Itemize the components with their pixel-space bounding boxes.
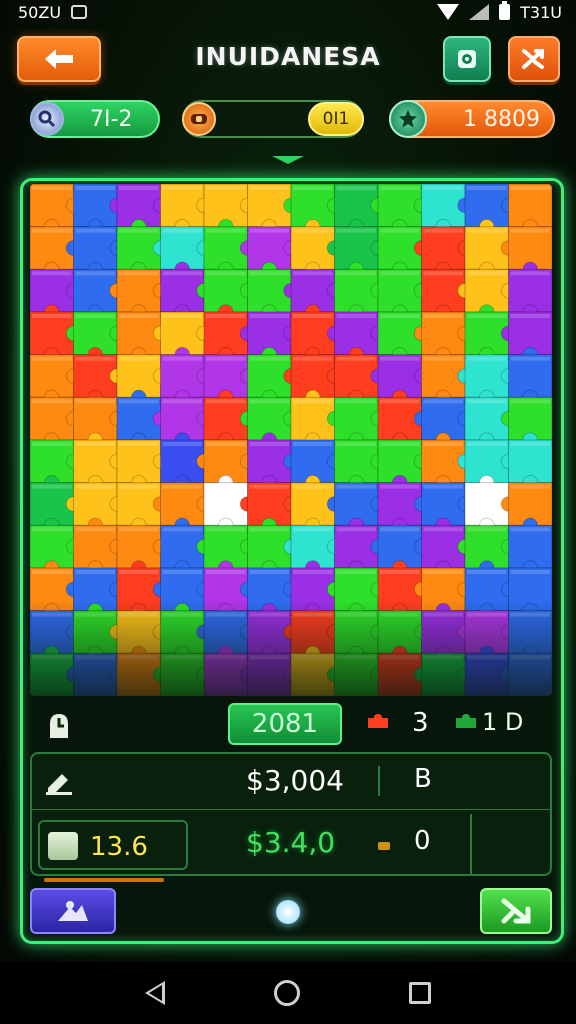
search-stat[interactable]: 7I-2 — [30, 100, 160, 138]
arrow-left-icon — [45, 49, 73, 69]
green-piece-count: 1 D — [482, 708, 524, 736]
money-secondary: $3.4,0 — [246, 826, 336, 859]
pencil-icon — [46, 774, 72, 795]
wifi-icon — [437, 4, 460, 20]
timer-icon — [50, 714, 68, 738]
status-time: T31U — [520, 2, 562, 22]
level-value: 13.6 — [90, 832, 148, 862]
settings-button[interactable] — [443, 36, 491, 82]
red-piece-count: 3 — [412, 708, 429, 738]
status-text: 50ZU — [18, 2, 62, 22]
signal-icon — [469, 4, 490, 20]
page-indicator-dot[interactable] — [276, 900, 300, 924]
hint-button[interactable] — [30, 888, 116, 934]
level-box: 13.6 — [38, 820, 188, 882]
calendar-icon — [48, 832, 78, 860]
page-title: INUIDANESA — [195, 42, 381, 71]
arrow-next-icon — [501, 898, 531, 924]
timer-display: 2081 — [228, 703, 342, 745]
money-primary: $3,004 — [246, 764, 344, 797]
puzzle-board-svg[interactable] — [30, 184, 552, 696]
score-stat: 1 8809 — [389, 100, 555, 138]
system-nav-bar — [0, 962, 576, 1024]
status-bar: 50ZU T31U — [0, 0, 576, 24]
green-piece-icon — [456, 714, 476, 728]
nav-home-icon[interactable] — [273, 980, 300, 1006]
coin-icon — [182, 102, 216, 136]
grade-label: B — [414, 764, 432, 794]
shuffle-icon — [522, 49, 544, 69]
stats-bar: 7I-2 0I1 1 8809 — [0, 100, 576, 144]
shuffle-button[interactable] — [508, 36, 560, 82]
timer-row: 2081 3 1 D — [30, 698, 552, 750]
hint-icon — [58, 901, 88, 921]
coin-badge: 0I1 — [308, 102, 364, 136]
nav-recents-icon[interactable] — [409, 982, 432, 1004]
battery-icon — [499, 1, 511, 20]
notification-icon — [71, 5, 88, 19]
nav-back-icon[interactable] — [144, 981, 165, 1005]
app-root: 50ZU T31U INUIDANESA 7I-2 0I1 1 8809 208… — [0, 0, 576, 1024]
header: INUIDANESA — [0, 26, 576, 92]
red-piece-icon — [368, 714, 388, 728]
secondary-count: 0 — [414, 826, 431, 856]
gear-icon — [458, 50, 476, 68]
puzzle-piece[interactable] — [508, 652, 553, 696]
puzzle-board[interactable] — [30, 184, 552, 696]
star-icon — [389, 100, 427, 138]
money-row: $3,004 B — [32, 754, 550, 810]
search-stat-value: 7I-2 — [90, 106, 133, 132]
pointer-indicator — [272, 156, 304, 164]
magnifier-icon — [30, 102, 64, 136]
score-value: 1 8809 — [463, 106, 540, 132]
level-progress — [44, 878, 164, 882]
info-panel: 2081 3 1 D $3,004 B 13.6 $3.4,0 0 — [30, 698, 552, 882]
divider — [378, 766, 380, 796]
coin-stat: 0I1 — [182, 100, 364, 138]
next-button[interactable] — [480, 888, 552, 934]
score-box: $3,004 B 13.6 $3.4,0 0 — [30, 752, 552, 882]
arrow-marker-icon — [378, 842, 390, 850]
back-button[interactable] — [17, 36, 101, 82]
level-row: 13.6 $3.4,0 0 — [32, 814, 472, 882]
